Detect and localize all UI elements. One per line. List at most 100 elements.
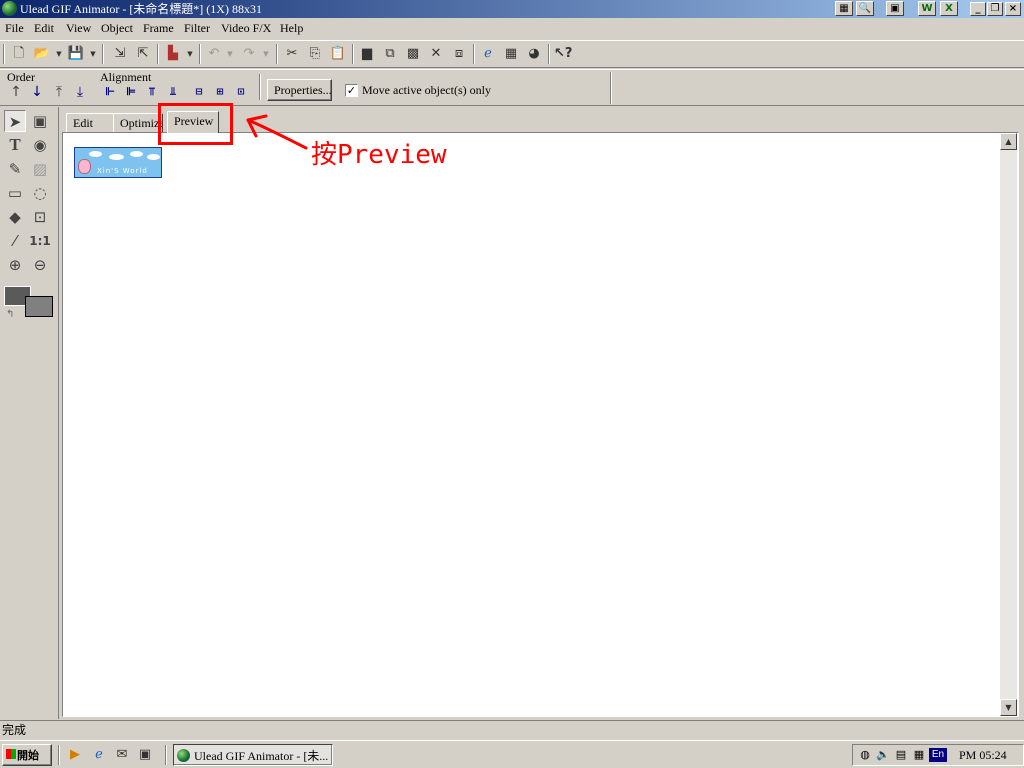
open-dropdown-arrow[interactable]: ▼ — [55, 45, 63, 63]
swap-colors-icon[interactable]: ↰ — [6, 309, 14, 320]
menu-help[interactable]: Help — [280, 21, 303, 36]
redo-icon[interactable]: ↷ — [240, 45, 258, 63]
send-to-back-icon[interactable]: ⤓ — [73, 84, 87, 100]
text-tool-icon[interactable]: T — [4, 134, 26, 156]
export-icon[interactable]: ⇱ — [134, 45, 152, 63]
outlook-express-icon[interactable]: ✉ — [113, 746, 131, 764]
paste-icon[interactable]: 📋 — [329, 45, 347, 63]
clone-tool-icon[interactable]: ▨ — [29, 158, 51, 180]
fill-tool-icon[interactable]: ◆ — [4, 206, 26, 228]
close-button[interactable]: × — [1005, 2, 1021, 16]
center-vertical-icon[interactable]: ⊟ — [190, 84, 208, 100]
lasso-tool-icon[interactable]: ◌ — [29, 182, 51, 204]
import-icon[interactable]: ⇲ — [111, 45, 129, 63]
context-help-icon[interactable]: ↖? — [554, 45, 572, 63]
menu-frame[interactable]: Frame — [143, 21, 174, 36]
screen-icon[interactable]: ▣ — [886, 1, 904, 16]
ulead-task-icon — [177, 749, 190, 762]
zoom-in-icon[interactable]: ⊕ — [4, 254, 26, 276]
status-text: 完成 — [2, 723, 27, 737]
send-backward-icon[interactable]: ↓ — [30, 84, 44, 100]
app-icon[interactable] — [2, 1, 17, 16]
paint-tool-icon[interactable]: ✎ — [4, 158, 26, 180]
add-frame-icon[interactable]: ▆ — [358, 45, 376, 63]
internet-explorer-quicklaunch-icon[interactable]: ℯ — [90, 746, 108, 764]
cut-icon[interactable]: ✂ — [283, 45, 301, 63]
task-ulead-gif-animator[interactable]: Ulead GIF Animator - [未... — [173, 744, 333, 766]
vertical-scrollbar[interactable]: ▲ ▼ — [1000, 133, 1017, 716]
toolbar-separator — [276, 44, 278, 64]
magnifier-icon[interactable]: 🔍 — [856, 1, 874, 16]
object-tool-icon[interactable]: ▣ — [29, 110, 51, 132]
clock[interactable]: PM 05:24 — [959, 748, 1007, 762]
network-icon[interactable]: ◍ — [857, 748, 873, 762]
align-right-icon[interactable]: ⊫ — [122, 84, 140, 100]
duplicate-frame-icon[interactable]: ⧉ — [381, 45, 399, 63]
menu-object[interactable]: Object — [101, 21, 133, 36]
eyedropper-tool-icon[interactable]: ⁄ — [4, 230, 26, 252]
crop-tool-icon[interactable]: ⊡ — [29, 206, 51, 228]
word-icon[interactable]: W — [918, 1, 936, 16]
move-active-label[interactable]: Move active object(s) only — [362, 84, 491, 97]
bring-forward-icon[interactable]: ↑ — [9, 84, 23, 100]
tween-icon[interactable]: ✕ — [427, 45, 445, 63]
title-bar[interactable]: Ulead GIF Animator - [未命名標題*] (1X) 88x31… — [0, 0, 1024, 18]
volume-icon[interactable]: 🔈 — [875, 748, 891, 762]
internet-explorer-icon[interactable]: ℯ — [479, 45, 497, 63]
add-image-icon[interactable]: ▩ — [404, 45, 422, 63]
show-desktop-icon[interactable]: ▣ — [136, 746, 154, 764]
browser-dropdown-arrow[interactable]: ▼ — [186, 45, 194, 63]
redo-dropdown-arrow[interactable]: ▼ — [262, 45, 270, 63]
menu-file[interactable]: File — [5, 21, 24, 36]
align-top-icon[interactable]: ⫪ — [143, 84, 161, 100]
minimize-button[interactable]: _ — [970, 2, 986, 16]
actual-size-icon[interactable]: 1:1 — [29, 230, 51, 252]
optimization-wizard-icon[interactable]: ▦ — [502, 45, 520, 63]
bring-to-front-icon[interactable]: ⤒ — [52, 84, 66, 100]
transform-tool-icon[interactable]: ◉ — [29, 134, 51, 156]
move-active-checkbox[interactable]: ✓ — [345, 84, 358, 97]
undo-icon[interactable]: ↶ — [205, 45, 223, 63]
effects-icon[interactable]: ◕ — [525, 45, 543, 63]
zoom-out-icon[interactable]: ⊖ — [29, 254, 51, 276]
preview-browser-icon[interactable]: ▙ — [164, 45, 182, 63]
toolbar-separator — [548, 44, 550, 64]
tab-optimize[interactable]: Optimize — [113, 113, 163, 133]
restore-button[interactable]: ❐ — [987, 2, 1003, 16]
tab-edit[interactable]: Edit — [66, 113, 114, 133]
undo-dropdown-arrow[interactable]: ▼ — [226, 45, 234, 63]
menu-video-fx[interactable]: Video F/X — [221, 21, 271, 36]
center-horizontal-icon[interactable]: ⊞ — [211, 84, 229, 100]
toolbar-separator — [610, 72, 612, 104]
excel-icon[interactable]: X — [940, 1, 958, 16]
order-label: Order — [7, 70, 35, 84]
eraser-tool-icon[interactable]: ▭ — [4, 182, 26, 204]
new-file-icon[interactable]: 🗋 — [10, 45, 28, 63]
scroll-up-button[interactable]: ▲ — [1000, 133, 1017, 150]
preview-canvas[interactable] — [62, 132, 1019, 717]
copy-icon[interactable]: ⎘ — [306, 45, 324, 63]
alignment-label: Alignment — [100, 70, 152, 84]
align-bottom-icon[interactable]: ⫫ — [164, 84, 182, 100]
background-color-swatch[interactable] — [25, 296, 53, 317]
open-folder-icon[interactable]: 📂 — [33, 45, 51, 63]
save-dropdown-arrow[interactable]: ▼ — [89, 45, 97, 63]
menu-edit[interactable]: Edit — [34, 21, 54, 36]
printer-icon[interactable]: ▤ — [893, 748, 909, 762]
pick-tool-icon[interactable]: ➤ — [4, 110, 26, 132]
menu-filter[interactable]: Filter — [184, 21, 210, 36]
tool-panel: ➤ ▣ T ◉ ✎ ▨ ▭ ◌ ◆ ⊡ ⁄ 1:1 ⊕ ⊖ ↰ — [0, 107, 59, 719]
input-language-indicator[interactable]: En — [929, 748, 947, 762]
banner-text-icon[interactable]: ⧈ — [450, 45, 468, 63]
media-player-icon[interactable]: ▶ — [66, 746, 84, 764]
color-grid-icon[interactable]: ▦ — [835, 1, 853, 16]
task-label: Ulead GIF Animator - [未... — [194, 748, 329, 763]
monitor-icon[interactable]: ▦ — [911, 748, 927, 762]
save-disk-icon[interactable]: 💾 — [67, 45, 85, 63]
annotation-arrow — [246, 114, 308, 150]
scroll-down-button[interactable]: ▼ — [1000, 699, 1017, 716]
menu-view[interactable]: View — [66, 21, 91, 36]
center-both-icon[interactable]: ⊡ — [232, 84, 250, 100]
properties-button[interactable]: Properties... — [267, 79, 332, 101]
align-left-icon[interactable]: ⊩ — [101, 84, 119, 100]
